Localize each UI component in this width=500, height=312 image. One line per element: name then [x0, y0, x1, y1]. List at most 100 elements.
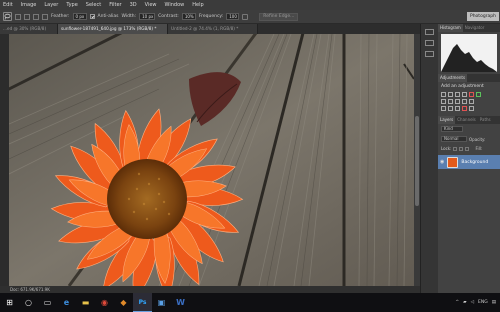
menu-filter[interactable]: Filter — [105, 2, 125, 8]
levels-icon[interactable] — [448, 92, 453, 97]
lock-position-icon[interactable] — [465, 146, 470, 151]
threshold-icon[interactable] — [455, 106, 460, 111]
color-lookup-icon[interactable] — [469, 99, 474, 104]
tab-channels[interactable]: Channels — [455, 116, 478, 124]
history-panel-icon[interactable] — [425, 29, 434, 35]
document-tab-active[interactable]: sunflower-187491_640.jpg @ 173% (RGB/8) … — [58, 24, 168, 34]
photo-filter-icon[interactable] — [455, 99, 460, 104]
subtract-from-selection-icon[interactable] — [33, 13, 39, 20]
menu-view[interactable]: View — [141, 2, 161, 8]
adjustment-icons-row — [438, 98, 500, 105]
menu-help[interactable]: Help — [188, 2, 207, 8]
volume-icon[interactable]: ◁ — [471, 300, 474, 305]
document-tabs: ...ed @ 30% (RGB/8) sunflower-187491_640… — [0, 24, 420, 34]
adjustments-heading: Add an adjustment — [441, 84, 484, 89]
black-white-icon[interactable] — [448, 99, 453, 104]
vertical-scroll-thumb[interactable] — [415, 116, 419, 206]
file-explorer-icon[interactable]: ▬ — [76, 293, 95, 312]
curves-icon[interactable] — [455, 92, 460, 97]
layer-name: Background — [461, 159, 489, 165]
layers-panel: Layers Channels Paths Kind Normal Opacit… — [438, 116, 500, 169]
pen-pressure-icon[interactable] — [242, 13, 249, 20]
layer-kind-filter[interactable]: Kind — [441, 126, 463, 132]
antialias-label: Anti-alias — [97, 14, 119, 19]
color-balance-icon[interactable] — [441, 99, 446, 104]
network-icon[interactable]: ▰ — [463, 300, 466, 305]
selective-color-icon[interactable] — [462, 106, 467, 111]
tab-histogram[interactable]: Histogram — [438, 24, 463, 32]
chrome-icon[interactable]: ◉ — [95, 293, 114, 312]
menu-type[interactable]: Type — [62, 2, 81, 8]
lock-transparent-icon[interactable] — [453, 146, 458, 151]
menu-bar: Edit Image Layer Type Select Filter 3D V… — [0, 0, 500, 10]
tab-layers[interactable]: Layers — [438, 116, 456, 124]
gradient-map-icon[interactable] — [469, 106, 474, 111]
info-panel-icon[interactable] — [425, 51, 434, 57]
document-tab[interactable]: Untitled-2 @ 74.4% (1, RGB/8) * — [168, 24, 258, 34]
image-canvas[interactable] — [9, 34, 414, 286]
status-bar: Doc: 671.9K/671.9K — [0, 286, 420, 293]
layers-tabs: Layers Channels Paths — [438, 116, 500, 124]
blend-row: Normal Opacity: — [438, 134, 500, 144]
system-tray: ^ ▰ ◁ ENG ▤ — [455, 300, 500, 305]
workspace-switcher[interactable]: Photograph — [466, 12, 499, 21]
frequency-input[interactable]: 100 — [226, 13, 240, 20]
add-to-selection-icon[interactable] — [24, 13, 30, 20]
menu-edit[interactable]: Edit — [0, 2, 17, 8]
channel-mixer-icon[interactable] — [462, 99, 467, 104]
menu-3d[interactable]: 3D — [126, 2, 141, 8]
menu-select[interactable]: Select — [82, 2, 105, 8]
layer-row-background[interactable]: ◉ Background — [438, 155, 500, 169]
layer-thumbnail — [447, 156, 459, 168]
language-indicator[interactable]: ENG — [478, 300, 488, 305]
tab-navigator[interactable]: Navigator — [463, 24, 487, 32]
search-icon[interactable]: ○ — [19, 293, 38, 312]
feather-label: Feather: — [51, 14, 70, 19]
exposure-icon[interactable] — [462, 92, 467, 97]
document-size: Doc: 671.9K/671.9K — [10, 287, 50, 292]
options-bar: Feather: 0 px Anti-alias Width: 10 px Co… — [0, 10, 500, 24]
antialias-checkbox[interactable] — [89, 14, 95, 19]
blend-mode-select[interactable]: Normal — [441, 136, 467, 142]
windows-start-icon[interactable]: ⊞ — [0, 293, 19, 312]
frequency-label: Frequency: — [198, 14, 224, 19]
tab-adjustments[interactable]: Adjustments — [438, 74, 468, 82]
tab-paths[interactable]: Paths — [478, 116, 493, 124]
posterize-icon[interactable] — [448, 106, 453, 111]
histogram-tabs: Histogram Navigator — [438, 24, 500, 32]
brightness-contrast-icon[interactable] — [441, 92, 446, 97]
opacity-label: Opacity: — [469, 136, 486, 142]
document-tab[interactable]: ...ed @ 30% (RGB/8) — [0, 24, 58, 34]
fill-label: Fill: — [475, 146, 483, 151]
action-center-icon[interactable]: ▤ — [492, 300, 496, 305]
width-label: Width: — [121, 14, 137, 19]
lock-pixels-icon[interactable] — [459, 146, 464, 151]
visibility-eye-icon[interactable]: ◉ — [440, 159, 444, 165]
store-icon[interactable]: ▣ — [152, 293, 171, 312]
histogram-graph — [441, 34, 497, 72]
menu-window[interactable]: Window — [161, 2, 189, 8]
intersect-selection-icon[interactable] — [42, 13, 48, 20]
media-player-icon[interactable]: ◆ — [114, 293, 133, 312]
properties-panel-icon[interactable] — [425, 40, 434, 46]
photoshop-icon[interactable]: Ps — [133, 293, 152, 312]
word-icon[interactable]: W — [171, 293, 190, 312]
refine-edge-button[interactable]: Refine Edge... — [259, 12, 299, 21]
lock-label: Lock: — [441, 146, 452, 151]
notification-chevron-icon[interactable]: ^ — [455, 300, 459, 305]
width-input[interactable]: 10 px — [139, 13, 156, 20]
task-view-icon[interactable]: ▭ — [38, 293, 57, 312]
feather-input[interactable]: 0 px — [72, 13, 87, 20]
photo — [9, 34, 414, 286]
vibrance-icon[interactable] — [469, 92, 474, 97]
right-panels: Histogram Navigator Adjustments Add an a… — [438, 24, 500, 293]
hue-saturation-icon[interactable] — [476, 92, 481, 97]
menu-image[interactable]: Image — [17, 2, 41, 8]
edge-browser-icon[interactable]: e — [57, 293, 76, 312]
magnetic-lasso-tool-icon[interactable] — [3, 12, 12, 21]
menu-layer[interactable]: Layer — [40, 2, 62, 8]
new-selection-icon[interactable] — [15, 13, 21, 20]
invert-icon[interactable] — [441, 106, 446, 111]
tools-panel — [0, 34, 9, 286]
contrast-input[interactable]: 10% — [181, 13, 196, 20]
